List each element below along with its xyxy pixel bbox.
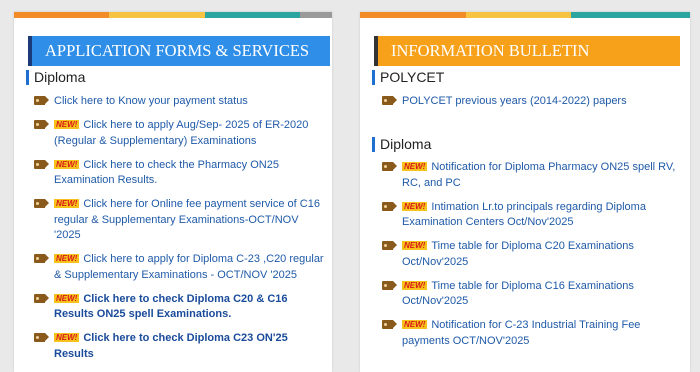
item-link[interactable]: Click here to Know your payment status	[54, 95, 248, 107]
new-badge: NEW!	[54, 159, 80, 169]
new-badge: NEW!	[54, 254, 80, 263]
new-badge: NEW!	[54, 120, 80, 129]
new-badge: NEW!	[402, 201, 428, 211]
list-item: NEW! Notification for C-23 Industrial Tra…	[382, 318, 682, 349]
list-item: NEW! Click here to apply Aug/Sep- 2025 of…	[34, 118, 326, 149]
application-forms-banner: APPLICATION FORMS & SERVICES	[28, 36, 330, 66]
tag-icon	[34, 159, 49, 169]
new-badge: NEW!	[54, 293, 80, 303]
item-link[interactable]: Click here to apply for Diploma C-23 ,C2…	[54, 253, 324, 281]
item-link[interactable]: Notification for Diploma Pharmacy ON25 s…	[402, 161, 675, 189]
tag-icon	[34, 96, 49, 105]
tag-icon	[382, 320, 397, 329]
item-link[interactable]: POLYCET previous years (2014-2022) paper…	[402, 95, 627, 107]
item-link[interactable]: Intimation Lr.to principals regarding Di…	[402, 201, 646, 229]
new-badge: NEW!	[402, 241, 428, 250]
item-link[interactable]: Time table for Diploma C16 Examinations …	[402, 280, 634, 308]
tag-icon	[382, 201, 397, 211]
tag-icon	[34, 254, 49, 263]
list-item: NEW! Click here to check Diploma C23 ON'2…	[34, 331, 326, 362]
list-item: NEW! Click here to check Diploma C20 & C1…	[34, 292, 326, 323]
panel-top-stripe	[14, 12, 332, 18]
information-bulletin-banner: INFORMATION BULLETIN	[374, 36, 680, 66]
tag-icon	[34, 333, 49, 342]
list-item: Click here to Know your payment status	[34, 94, 326, 110]
panel-top-stripe	[360, 12, 690, 18]
new-badge: NEW!	[54, 333, 80, 342]
new-badge: NEW!	[54, 199, 80, 208]
new-badge: NEW!	[402, 162, 428, 171]
tag-icon	[382, 162, 397, 171]
list-item: NEW! Click here to check the Pharmacy ON2…	[34, 158, 326, 189]
information-bulletin-list: NEW! Notification for Diploma Pharmacy ON…	[382, 160, 682, 358]
item-link[interactable]: Notification for C-23 Industrial Trainin…	[402, 319, 640, 347]
item-link[interactable]: Click here to apply Aug/Sep- 2025 of ER-…	[54, 119, 308, 147]
application-forms-panel: APPLICATION FORMS & SERVICES Diploma Cli…	[14, 12, 332, 372]
tag-icon	[382, 96, 397, 105]
item-link[interactable]: Click here to check Diploma C20 & C16 Re…	[54, 293, 288, 321]
list-item: NEW! Click here to apply for Diploma C-23…	[34, 252, 326, 283]
item-link[interactable]: Click here for Online fee payment servic…	[54, 198, 320, 241]
new-badge: NEW!	[402, 280, 428, 290]
tag-icon	[34, 120, 49, 129]
list-item: NEW! Time table for Diploma C20 Examinati…	[382, 239, 682, 270]
tag-icon	[382, 280, 397, 290]
new-badge: NEW!	[402, 320, 428, 329]
section-heading-polycet: POLYCET	[372, 70, 444, 85]
tag-icon	[34, 199, 49, 208]
section-heading-diploma: Diploma	[26, 70, 85, 85]
item-link[interactable]: Time table for Diploma C20 Examinations …	[402, 240, 634, 268]
list-item: NEW! Click here for Online fee payment se…	[34, 197, 326, 244]
list-item: NEW! Time table for Diploma C16 Examinati…	[382, 279, 682, 310]
polycet-list: POLYCET previous years (2014-2022) paper…	[382, 94, 682, 110]
list-item: NEW! Intimation Lr.to principals regardin…	[382, 200, 682, 231]
tag-icon	[382, 241, 397, 250]
tag-icon	[34, 293, 49, 303]
item-link[interactable]: Click here to check Diploma C23 ON'25 Re…	[54, 332, 288, 360]
list-item: POLYCET previous years (2014-2022) paper…	[382, 94, 682, 110]
section-heading-diploma: Diploma	[372, 137, 431, 152]
application-forms-list: Click here to Know your payment status NE…	[34, 94, 326, 371]
item-link[interactable]: Click here to check the Pharmacy ON25 Ex…	[54, 159, 279, 187]
information-bulletin-panel: INFORMATION BULLETIN POLYCET POLYCET pre…	[360, 12, 690, 372]
list-item: NEW! Notification for Diploma Pharmacy ON…	[382, 160, 682, 191]
